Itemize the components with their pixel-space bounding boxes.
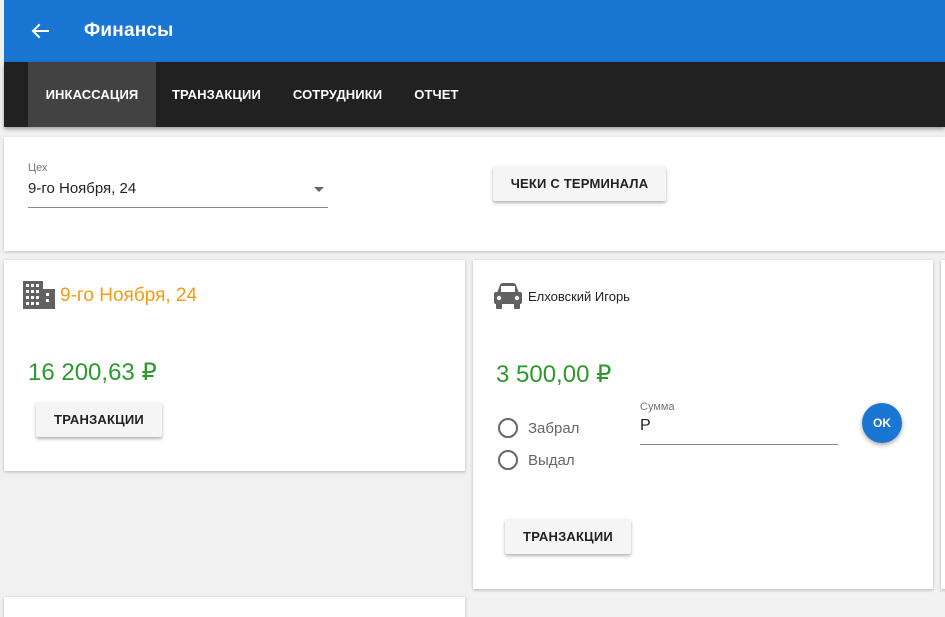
radio-took-circle[interactable] xyxy=(498,418,518,438)
radio-gave-circle[interactable] xyxy=(498,450,518,470)
ok-button[interactable]: OK xyxy=(862,403,902,443)
tab-transactions[interactable]: ТРАНЗАКЦИИ xyxy=(156,62,277,127)
workshop-amount: 16 200,63 ₽ xyxy=(28,359,157,386)
workshop-name: 9-го Ноября, 24 xyxy=(60,285,198,306)
sum-input[interactable] xyxy=(640,417,838,435)
next-card xyxy=(4,597,465,617)
radio-took[interactable]: Забрал xyxy=(498,418,579,438)
employee-amount: 3 500,00 ₽ xyxy=(496,361,612,388)
radio-took-label: Забрал xyxy=(528,419,580,437)
radio-gave-label: Выдал xyxy=(528,451,575,469)
app-bar: Финансы xyxy=(4,0,945,62)
building-icon xyxy=(22,280,56,315)
car-icon xyxy=(493,282,523,315)
sum-field: Сумма xyxy=(640,401,838,445)
terminal-receipts-button[interactable]: ЧЕКИ С ТЕРМИНАЛА xyxy=(493,166,666,201)
tab-bar: ИНКАССАЦИЯ ТРАНЗАКЦИИ СОТРУДНИКИ ОТЧЕТ xyxy=(4,62,945,127)
next-card-edge xyxy=(941,260,945,589)
tab-collection[interactable]: ИНКАССАЦИЯ xyxy=(28,62,156,127)
filter-panel: Цех 9-го Ноября, 24 ЧЕКИ С ТЕРМИНАЛА xyxy=(4,137,945,251)
employee-card: Елховский Игорь 3 500,00 ₽ Забрал Выдал … xyxy=(473,260,933,589)
chevron-down-icon xyxy=(314,187,324,192)
radio-gave[interactable]: Выдал xyxy=(498,450,575,470)
workshop-select[interactable]: Цех 9-го Ноября, 24 xyxy=(28,162,328,208)
workshop-card: 9-го Ноября, 24 16 200,63 ₽ ТРАНЗАКЦИИ xyxy=(4,260,465,471)
workshop-label: Цех xyxy=(28,162,48,174)
employee-name: Елховский Игорь xyxy=(528,289,630,304)
page-title: Финансы xyxy=(84,20,174,41)
workshop-value: 9-го Ноября, 24 xyxy=(28,180,137,197)
sum-label: Сумма xyxy=(640,401,675,413)
tab-report[interactable]: ОТЧЕТ xyxy=(398,62,474,127)
employee-transactions-button[interactable]: ТРАНЗАКЦИИ xyxy=(505,519,631,554)
tab-employees[interactable]: СОТРУДНИКИ xyxy=(277,62,398,127)
workshop-transactions-button[interactable]: ТРАНЗАКЦИИ xyxy=(36,402,162,437)
arrow-left-icon[interactable] xyxy=(28,19,52,43)
